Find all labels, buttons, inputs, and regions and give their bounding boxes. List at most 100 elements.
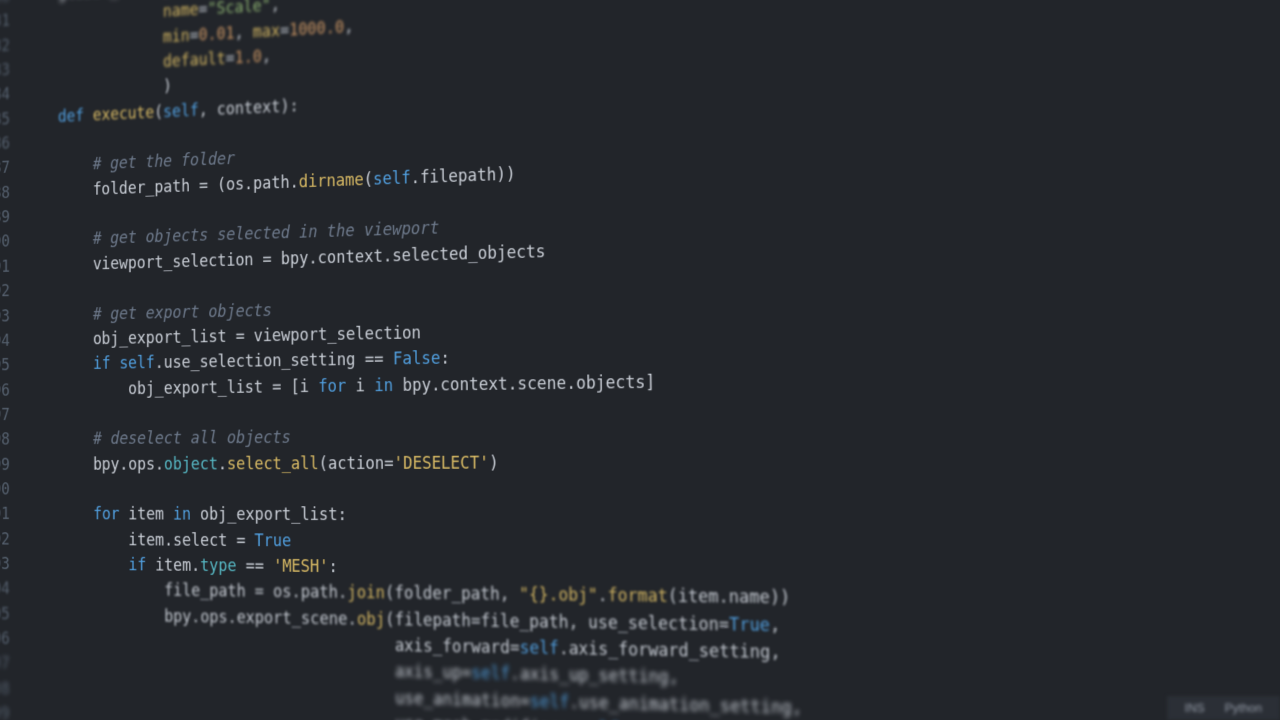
code-token: , context): <box>199 96 299 120</box>
code-token: for <box>93 505 120 524</box>
code-token: = <box>226 49 235 69</box>
code-token: # get export objects <box>93 301 272 324</box>
code-content[interactable]: if item.type == 'MESH': <box>23 552 338 580</box>
code-token: : <box>329 557 338 577</box>
line-number: 204 <box>0 577 23 602</box>
code-token <box>23 230 92 251</box>
code-token: ( <box>154 103 163 122</box>
code-token: for <box>318 376 346 396</box>
line-number: 207 <box>0 651 23 677</box>
line-number: 185 <box>0 107 23 133</box>
code-token: .axis_up_setting, <box>510 665 679 689</box>
code-token: if <box>93 355 111 374</box>
code-token: obj_export_list: <box>191 505 347 525</box>
code-token: # deselect all objects <box>93 428 291 449</box>
code-token: (action= <box>319 454 394 474</box>
code-token <box>23 108 58 128</box>
line-number: 194 <box>0 328 23 354</box>
code-token: 'MESH' <box>273 557 329 577</box>
code-content[interactable]: item.select = True <box>23 527 291 554</box>
code-token: self <box>520 638 559 659</box>
code-token <box>23 555 128 575</box>
line-number: 186 <box>0 131 23 157</box>
code-content[interactable]: for item in obj_export_list: <box>23 502 347 528</box>
code-token: item. <box>146 556 200 576</box>
code-token: 0.01 <box>199 24 235 45</box>
code-token: in <box>173 505 191 524</box>
code-token <box>23 430 93 449</box>
code-token: (folder_path, <box>385 584 519 606</box>
code-line[interactable]: 200 <box>0 474 1280 504</box>
code-token: join <box>347 583 385 603</box>
status-language: Python <box>1225 701 1262 715</box>
line-number: 209 <box>0 701 23 720</box>
line-number: 195 <box>0 353 23 378</box>
line-number: 190 <box>0 230 23 256</box>
code-token: object <box>164 454 218 473</box>
code-token: dirname <box>299 170 364 192</box>
line-number: 184 <box>0 82 23 109</box>
code-token: item <box>120 505 173 524</box>
code-content[interactable]: bpy.ops.object.select_all(action='DESELE… <box>23 450 498 477</box>
code-token: .use_animation_setting, <box>569 692 802 718</box>
code-token: name <box>163 1 199 22</box>
code-token: .use_selection_setting == <box>155 350 393 373</box>
code-token: self <box>163 101 199 122</box>
code-token: = <box>190 26 199 45</box>
line-number: 202 <box>0 527 23 552</box>
code-token <box>23 505 93 524</box>
line-number: 196 <box>0 378 23 403</box>
line-number: 181 <box>0 8 23 35</box>
code-token: in <box>374 376 393 396</box>
code-token: bpy.ops.export_scene. <box>23 605 357 629</box>
line-number: 201 <box>0 502 23 527</box>
line-number: 203 <box>0 552 23 577</box>
status-insert-mode: INS <box>1185 701 1205 715</box>
code-token: self <box>530 692 569 713</box>
code-token: .filepath)) <box>411 164 516 188</box>
code-token: , <box>344 17 353 37</box>
code-token <box>23 305 93 325</box>
line-number: 182 <box>0 33 23 60</box>
code-content[interactable]: # deselect all objects <box>23 425 291 452</box>
code-token: , <box>271 0 280 16</box>
code-token: obj_export_list = viewport_selection <box>23 323 421 350</box>
code-token: False <box>393 349 441 369</box>
code-token: (filepath=file_path, use_selection= <box>385 610 729 635</box>
code-editor[interactable]: 177 default='Y',178 )179180 global_scale… <box>0 0 1280 720</box>
code-token: True <box>255 531 292 551</box>
code-token: i <box>346 376 374 396</box>
code-token: ( <box>364 170 373 190</box>
code-token: select_all <box>227 454 319 474</box>
code-token: type <box>200 556 236 576</box>
line-number: 200 <box>0 477 23 502</box>
code-token: self <box>119 354 155 374</box>
code-token: item.select = <box>23 530 254 551</box>
code-token <box>23 355 93 375</box>
code-token: , <box>234 23 252 43</box>
code-token: max <box>253 21 280 42</box>
line-number: 206 <box>0 626 23 652</box>
code-token: 1000.0 <box>289 18 344 40</box>
code-token: format <box>608 586 668 607</box>
line-number: 197 <box>0 403 23 428</box>
code-token: def <box>58 106 84 126</box>
line-number: 208 <box>0 676 23 702</box>
code-token: .axis_forward_setting, <box>559 639 781 663</box>
code-token: , <box>770 615 781 636</box>
code-token: file_path = os.path. <box>23 580 347 603</box>
code-token: : <box>440 349 450 369</box>
code-token: if <box>128 556 146 575</box>
code-token: self <box>471 664 510 685</box>
code-token: True <box>729 615 770 636</box>
code-token: obj <box>357 609 385 629</box>
code-token: ) <box>23 77 172 103</box>
line-number: 192 <box>0 279 23 305</box>
code-token: bpy.context.scene.objects] <box>393 372 655 395</box>
code-token <box>23 156 92 178</box>
code-token: == <box>236 557 273 577</box>
code-token: ) <box>489 453 499 473</box>
code-token: 1.0 <box>235 48 262 69</box>
code-token <box>111 354 120 373</box>
code-token: bpy.ops. <box>23 455 164 475</box>
